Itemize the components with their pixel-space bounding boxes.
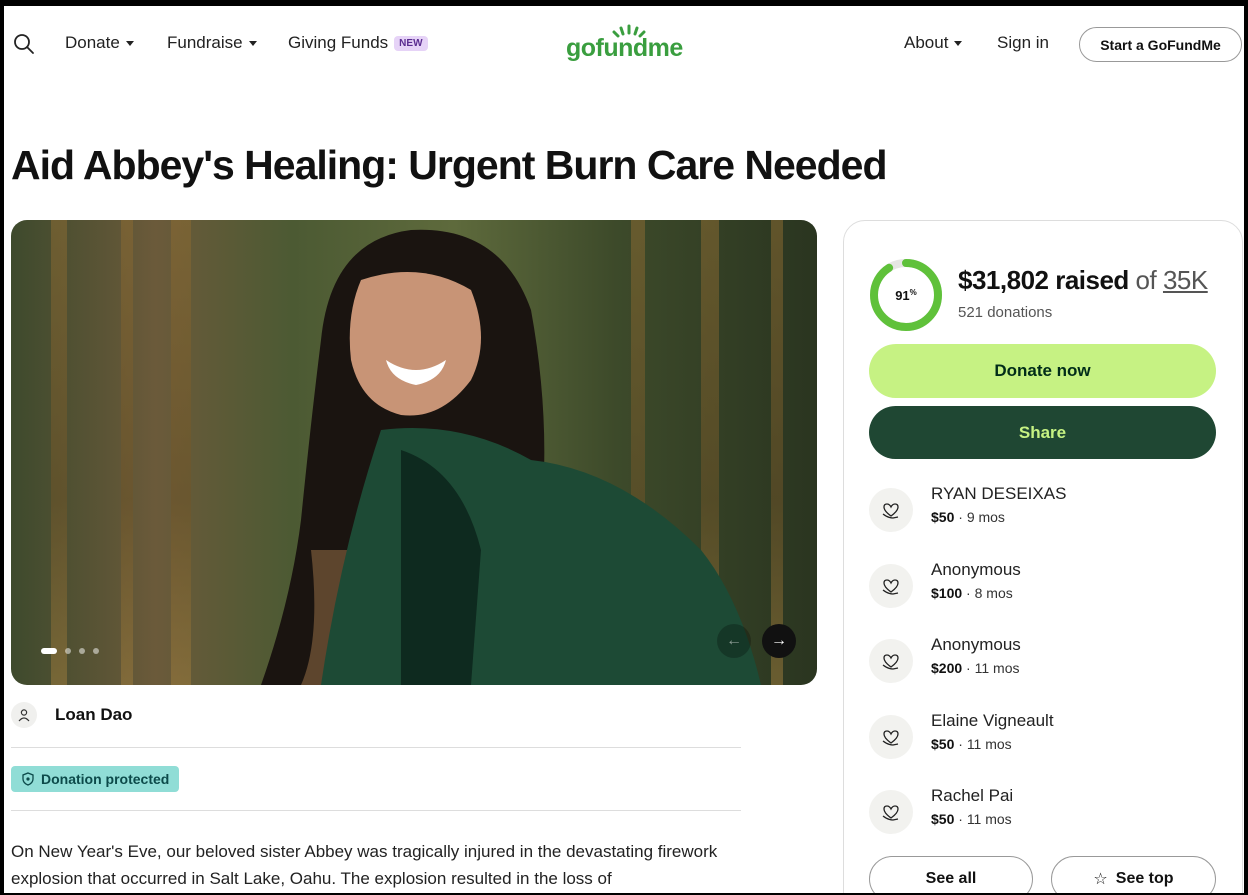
page: Donate Fundraise Giving Funds NEW gofund… [4, 6, 1244, 893]
donor-row: Anonymous $100 · 8 mos [869, 560, 1219, 612]
new-badge: NEW [394, 35, 428, 51]
next-slide-button[interactable]: → [762, 624, 796, 658]
start-gofundme-button[interactable]: Start a GoFundMe [1079, 27, 1242, 62]
donation-time: 8 mos [974, 584, 1013, 601]
donor-name: Anonymous [931, 635, 1021, 654]
donor-name: Rachel Pai [931, 786, 1014, 805]
slide-indicator [41, 648, 99, 654]
donation-amount: $200 [931, 660, 963, 676]
donation-amount: $100 [931, 584, 963, 601]
shield-icon [22, 772, 34, 786]
donation-amount: $50 [931, 509, 955, 525]
heart-hand-icon [869, 488, 913, 532]
nav-giving-funds[interactable]: Giving Funds NEW [288, 33, 428, 53]
donation-time: 11 mos [966, 735, 1012, 752]
see-top-button[interactable]: ☆ See top [1051, 856, 1216, 893]
divider [11, 810, 741, 811]
donation-meta: $50 · 11 mos [931, 736, 1012, 752]
heart-hand-icon [869, 714, 913, 759]
heart-hand-icon [869, 563, 913, 608]
separator: · [954, 735, 967, 752]
organizer-name: Loan Dao [55, 705, 133, 724]
donation-meta: $50 · 9 mos [931, 509, 1005, 525]
donation-count: 521 donations [958, 304, 1053, 321]
see-all-button[interactable]: See all [869, 856, 1033, 893]
chevron-down-icon [125, 40, 134, 46]
nav-giving-funds-label: Giving Funds [288, 33, 389, 52]
chevron-down-icon [954, 40, 963, 46]
see-all-label: See all [925, 870, 977, 887]
heart-hand-icon [869, 790, 913, 834]
bamboo-stalk [51, 220, 67, 685]
donation-time: 11 mos [974, 660, 1020, 676]
person-photo [261, 229, 761, 685]
donation-time: 9 mos [966, 509, 1005, 525]
nav-donate[interactable]: Donate [65, 33, 134, 53]
campaign-story: On New Year's Eve, our beloved sister Ab… [11, 842, 718, 888]
donation-protected-badge[interactable]: Donation protected [11, 766, 180, 792]
bamboo-stalk [771, 220, 783, 685]
donate-now-button[interactable]: Donate now [869, 344, 1216, 398]
separator: · [954, 811, 967, 827]
see-top-label: See top [1115, 870, 1174, 887]
progress-ring: 91% [870, 259, 942, 331]
amount-raised: $31,802 raised of 35K [958, 265, 1208, 296]
donation-amount: $50 [931, 811, 955, 827]
organizer[interactable]: Loan Dao [11, 702, 132, 728]
slide-dot-active[interactable] [41, 648, 57, 654]
donor-row: Elaine Vigneault $50 · 11 mos [869, 711, 1219, 763]
slide-dot[interactable] [65, 648, 71, 654]
bamboo-stalk [171, 220, 191, 685]
chevron-down-icon [248, 40, 257, 46]
arrow-right-icon: → [771, 632, 787, 649]
donation-amount: $50 [931, 735, 955, 752]
logo-text: gofundme [566, 34, 683, 62]
arrow-left-icon: ← [726, 632, 742, 649]
top-nav: Donate Fundraise Giving Funds NEW gofund… [4, 6, 1244, 82]
donation-protected-label: Donation protected [41, 771, 170, 787]
nav-donate-label: Donate [65, 33, 120, 52]
donor-name: Elaine Vigneault [931, 710, 1054, 730]
donor-row: Rachel Pai $50 · 11 mos [869, 786, 1219, 838]
separator: · [962, 660, 975, 676]
slide-dot[interactable] [79, 648, 85, 654]
donor-row: RYAN DESEIXAS $50 · 9 mos [869, 484, 1219, 536]
campaign-image[interactable]: ← → [11, 220, 817, 685]
separator: · [954, 509, 967, 525]
progress-percent: 91% [895, 288, 917, 303]
bamboo-stalk [121, 220, 133, 685]
divider [11, 747, 741, 748]
raised-amount: $31,802 raised [958, 265, 1129, 295]
separator: · [962, 584, 975, 601]
nav-about[interactable]: About [904, 33, 963, 53]
donation-meta: $100 · 8 mos [931, 585, 1013, 601]
star-icon: ☆ [1093, 871, 1108, 888]
donation-meta: $50 · 11 mos [931, 811, 1012, 827]
donor-name: RYAN DESEIXAS [931, 484, 1067, 503]
donation-time: 11 mos [966, 811, 1012, 827]
nav-fundraise-label: Fundraise [167, 33, 243, 52]
of-label: of [1135, 265, 1157, 295]
search-icon[interactable] [12, 32, 36, 56]
donation-meta: $200 · 11 mos [931, 660, 1019, 676]
goal-amount[interactable]: 35K [1163, 265, 1208, 295]
sign-in-link[interactable]: Sign in [997, 33, 1049, 53]
donation-card: 91% $31,802 raised of 35K 521 donations … [843, 220, 1243, 893]
donor-name: Anonymous [931, 559, 1021, 579]
user-icon [11, 702, 37, 728]
share-button[interactable]: Share [869, 406, 1216, 459]
prev-slide-button[interactable]: ← [717, 624, 751, 658]
gofundme-logo[interactable]: gofundme [566, 24, 686, 64]
heart-hand-icon [869, 639, 913, 683]
donor-row: Anonymous $200 · 11 mos [869, 635, 1219, 687]
sign-in-label: Sign in [997, 33, 1049, 52]
campaign-title: Aid Abbey's Healing: Urgent Burn Care Ne… [11, 142, 887, 188]
nav-about-label: About [904, 33, 949, 52]
nav-fundraise[interactable]: Fundraise [167, 33, 257, 53]
slide-dot[interactable] [93, 648, 99, 654]
